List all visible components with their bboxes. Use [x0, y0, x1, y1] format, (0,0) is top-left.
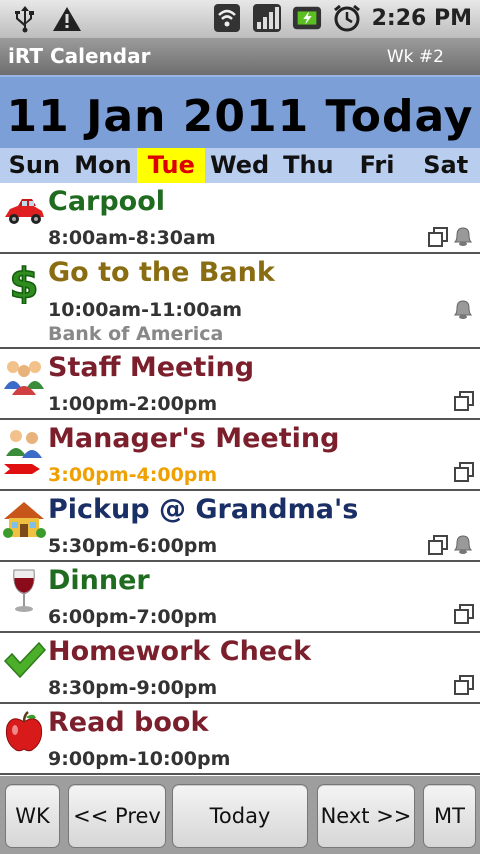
repeat-icon [454, 462, 474, 486]
group-icon [2, 355, 46, 399]
bottom-toolbar: WK << Prev Today Next >> MT [0, 776, 480, 854]
app-title: iRT Calendar [8, 44, 151, 68]
battery-icon [292, 3, 322, 33]
dollar-icon: $ [2, 258, 46, 309]
event-title: Dinner [48, 565, 150, 596]
status-bar: 2:26 PM [0, 0, 480, 39]
event-row[interactable]: $ Go to the Bank 10:00am-11:00am Bank of… [0, 254, 480, 349]
wifi-icon [212, 3, 242, 33]
alarm-clock-icon [332, 3, 362, 33]
event-row[interactable]: Dinner 6:00pm-7:00pm [0, 562, 480, 633]
weekday-sat[interactable]: Sat [411, 148, 480, 183]
event-time: 3:00pm-4:00pm [48, 464, 218, 486]
usb-icon [10, 4, 40, 34]
weekday-fri[interactable]: Fri [343, 148, 412, 183]
event-row[interactable]: Manager's Meeting 3:00pm-4:00pm [0, 420, 480, 491]
event-title: Homework Check [48, 636, 312, 667]
today-button[interactable]: Today [172, 784, 308, 848]
event-list: Carpool 8:00am-8:30am $ Go to the Bank 1… [0, 183, 480, 775]
repeat-icon [454, 604, 474, 628]
signal-icon [252, 3, 282, 33]
warning-icon [52, 4, 82, 34]
alarm-bell-icon [452, 225, 474, 251]
weekday-selector: Sun Mon Tue Wed Thu Fri Sat [0, 148, 480, 183]
week-view-button[interactable]: WK [5, 784, 60, 848]
weekday-thu[interactable]: Thu [274, 148, 343, 183]
app-title-bar: iRT Calendar Wk #2 [0, 39, 480, 75]
event-title: Carpool [48, 186, 166, 217]
repeat-icon [454, 391, 474, 415]
event-row[interactable]: Read book 9:00pm-10:00pm [0, 704, 480, 775]
event-time: 8:00am-8:30am [48, 227, 216, 249]
event-location: Bank of America [48, 323, 224, 345]
prev-button[interactable]: << Prev [68, 784, 166, 848]
event-row[interactable]: Pickup @ Grandma's 5:30pm-6:00pm [0, 491, 480, 562]
event-time: 5:30pm-6:00pm [48, 535, 218, 557]
status-time: 2:26 PM [371, 5, 472, 31]
weekday-wed[interactable]: Wed [205, 148, 274, 183]
weekday-mon[interactable]: Mon [69, 148, 138, 183]
svg-text:$: $ [9, 260, 38, 304]
alarm-bell-icon [452, 298, 474, 324]
alarm-bell-icon [452, 533, 474, 559]
apple-icon [2, 710, 46, 754]
month-view-button[interactable]: MT [423, 784, 476, 848]
event-time: 8:30pm-9:00pm [48, 677, 218, 699]
weekday-tue[interactable]: Tue [137, 148, 206, 183]
repeat-icon [454, 675, 474, 699]
event-row[interactable]: Staff Meeting 1:00pm-2:00pm [0, 349, 480, 420]
house-icon [2, 497, 46, 541]
week-number: Wk #2 [386, 47, 444, 67]
event-time: 9:00pm-10:00pm [48, 748, 231, 770]
event-row[interactable]: Homework Check 8:30pm-9:00pm [0, 633, 480, 704]
event-time: 6:00pm-7:00pm [48, 606, 218, 628]
event-row[interactable]: Carpool 8:00am-8:30am [0, 183, 480, 254]
repeat-icon [428, 227, 448, 251]
checkmark-icon [2, 639, 47, 683]
event-title: Pickup @ Grandma's [48, 494, 359, 525]
people-icon [2, 426, 46, 474]
event-time: 10:00am-11:00am [48, 299, 243, 321]
next-button[interactable]: Next >> [317, 784, 415, 848]
car-icon [2, 189, 46, 233]
weekday-sun[interactable]: Sun [0, 148, 69, 183]
date-title: 11 Jan 2011 Today [6, 91, 474, 142]
repeat-icon [428, 535, 448, 559]
date-header[interactable]: 11 Jan 2011 Today [0, 75, 480, 150]
event-title: Manager's Meeting [48, 423, 340, 454]
event-title: Staff Meeting [48, 352, 255, 383]
event-title: Go to the Bank [48, 257, 275, 288]
event-title: Read book [48, 707, 209, 738]
event-time: 1:00pm-2:00pm [48, 393, 218, 415]
wine-glass-icon [2, 568, 46, 612]
